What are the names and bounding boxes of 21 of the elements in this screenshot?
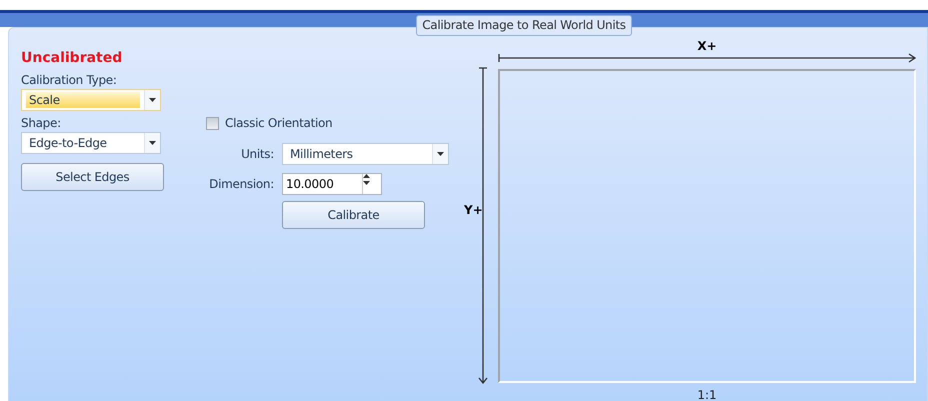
- units-dropdown[interactable]: Millimeters: [282, 143, 449, 165]
- down-arrow-icon: [437, 152, 444, 156]
- units-label: Units:: [240, 147, 274, 161]
- shape-label: Shape:: [21, 116, 61, 130]
- up-arrow-icon: [363, 174, 370, 178]
- down-arrow-icon: [149, 98, 156, 102]
- x-axis-label: X+: [696, 39, 718, 53]
- dimension-field[interactable]: 10.0000: [282, 173, 382, 195]
- status-label: Uncalibrated: [21, 50, 122, 66]
- calibration-type-dropdown[interactable]: Scale: [21, 89, 161, 111]
- down-arrow-icon: [363, 181, 370, 185]
- scale-ratio-label: 1:1: [696, 388, 718, 401]
- dimension-label: Dimension:: [208, 177, 274, 191]
- calibrate-button[interactable]: Calibrate: [282, 201, 425, 229]
- shape-dropdown[interactable]: Edge-to-Edge: [21, 132, 161, 154]
- down-arrow-icon: [149, 141, 156, 145]
- classic-orientation-label: Classic Orientation: [225, 116, 332, 130]
- group-title: Calibrate Image to Real World Units: [416, 15, 632, 36]
- calibration-type-label: Calibration Type:: [21, 73, 117, 87]
- select-edges-button[interactable]: Select Edges: [21, 163, 164, 191]
- classic-orientation-checkbox[interactable]: [206, 116, 219, 130]
